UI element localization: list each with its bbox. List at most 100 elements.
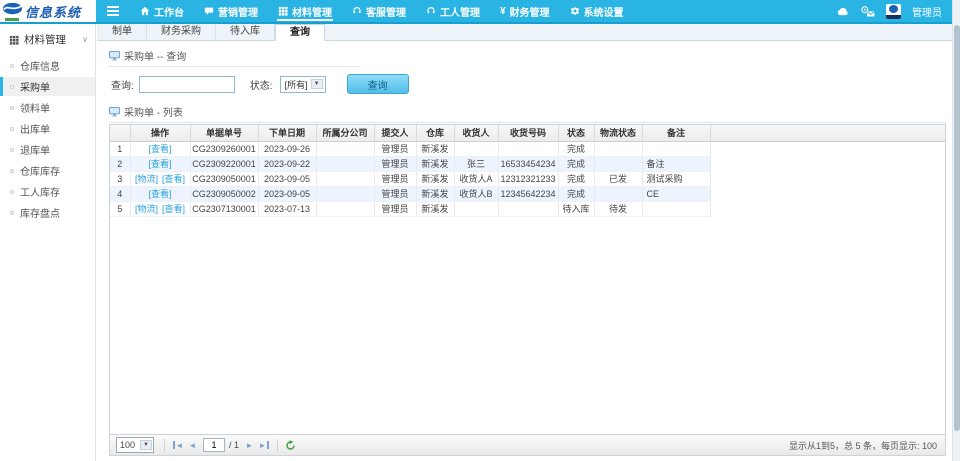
menu-item-3[interactable]: 材料管理 — [268, 0, 342, 22]
menu-item-4[interactable]: 客服管理 — [342, 0, 416, 22]
cell-operations: [查看] — [130, 156, 191, 172]
cell-rownum: 4 — [110, 186, 131, 202]
brand-subtext-badge — [5, 18, 19, 21]
chevron-down-icon: ∨ — [82, 35, 88, 44]
headset-icon — [352, 6, 362, 16]
table-row[interactable]: 3 [物流] [查看] CG2309050001 2023-09-05 管理员 新溪发 收货人… — [110, 171, 945, 187]
cell-receiver: 收货人B — [454, 186, 499, 202]
top-menu: 工作台 营销管理 材料管理 客服管理 工人管理 ¥ 财务管理 系统设置 — [130, 0, 634, 22]
cell-operations: [查看] — [130, 141, 191, 157]
bullet-icon — [10, 105, 14, 110]
sidebar-item-8[interactable]: 库存盘点 — [0, 203, 95, 222]
cloud-icon[interactable] — [836, 7, 849, 16]
cell-remark: CE — [642, 186, 711, 202]
page-total-label: / 1 — [229, 440, 240, 450]
menu-item-2[interactable]: 营销管理 — [194, 0, 268, 22]
cell-receiver: 张三 — [454, 156, 499, 172]
tab-1[interactable]: 制单 — [98, 24, 147, 40]
search-button[interactable]: 查询 — [346, 74, 409, 94]
view-link[interactable]: [查看] — [162, 204, 185, 214]
cell-filler — [710, 141, 945, 156]
table-row[interactable]: 5 [物流] [查看] CG2307130001 2023-07-13 管理员 新溪发 待入库… — [110, 201, 945, 217]
logistics-link[interactable]: [物流] — [135, 204, 158, 214]
search-input[interactable] — [138, 75, 235, 93]
user-avatar[interactable] — [886, 3, 901, 19]
vertical-scrollbar-thumb[interactable] — [954, 25, 960, 431]
menu-toggle-icon[interactable] — [107, 6, 119, 16]
sidebar-item-5[interactable]: 退库单 — [0, 140, 95, 159]
sidebar-item-label: 出库单 — [20, 125, 50, 136]
sidebar-item-2[interactable]: 采购单 — [0, 77, 95, 96]
next-page-button[interactable]: ► — [242, 438, 257, 452]
cell-warehouse: 新溪发 — [416, 156, 455, 172]
bullet-icon — [10, 63, 14, 68]
view-link[interactable]: [查看] — [148, 144, 171, 154]
bullet-icon — [10, 210, 14, 215]
headset-icon — [426, 6, 436, 16]
purchase-orders-table: 操作 单据单号 下单日期 所属分公司 提交人 仓库 收货人 收货号码 状态 物流状态 备注 1 [查看… — [110, 125, 945, 217]
sidebar-item-4[interactable]: 出库单 — [0, 119, 95, 138]
page-size-select[interactable]: 100 ▼ — [116, 437, 154, 453]
cell-warehouse: 新溪发 — [416, 141, 455, 157]
cell-receiver-phone — [498, 201, 559, 217]
first-page-button[interactable]: ◄ — [170, 438, 185, 452]
refresh-icon[interactable] — [285, 439, 296, 451]
cell-operations: [物流] [查看] — [130, 171, 191, 187]
sidebar-item-7[interactable]: 工人库存 — [0, 182, 95, 201]
status-select[interactable]: [所有] ▼ — [279, 75, 326, 93]
column-header: 仓库 — [416, 125, 455, 142]
sidebar-item-label: 领料单 — [20, 104, 50, 115]
sidebar-header[interactable]: 材料管理 ∨ — [0, 24, 95, 56]
sidebar-item-1[interactable]: 仓库信息 — [0, 56, 95, 75]
sidebar-item-6[interactable]: 仓库库存 — [0, 161, 95, 180]
cell-branch — [316, 201, 375, 217]
view-link[interactable]: [查看] — [148, 159, 171, 169]
menu-item-5[interactable]: 工人管理 — [416, 0, 490, 22]
tab-2[interactable]: 财务采购 — [147, 24, 216, 40]
cell-logistics-status: 已发 — [594, 171, 643, 187]
cell-operations: [查看] — [130, 186, 191, 202]
cell-status: 完成 — [558, 141, 595, 157]
vertical-scrollbar-track[interactable] — [952, 0, 960, 461]
pagination-bar: 100 ▼ ◄ ◄ / 1 ► ► 显示从1到5，总 5 条，每页显示: 100 — [110, 434, 945, 455]
cell-filler — [710, 186, 945, 201]
cell-rownum: 1 — [110, 141, 131, 157]
tab-4[interactable]: 查询 — [275, 24, 325, 41]
sidebar-item-label: 仓库库存 — [20, 167, 60, 178]
logistics-link[interactable]: [物流] — [135, 174, 158, 184]
sidebar-item-label: 采购单 — [20, 83, 50, 94]
cell-receiver — [454, 141, 499, 157]
messages-icon[interactable] — [860, 5, 875, 17]
list-section-label: 采购单 - 列表 — [124, 108, 183, 119]
menu-item-6[interactable]: ¥ 财务管理 — [490, 0, 560, 22]
table-row[interactable]: 1 [查看] CG2309260001 2023-09-26 管理员 新溪发 完成 — [110, 141, 945, 157]
page-number-input[interactable] — [203, 438, 225, 452]
last-page-button[interactable]: ► — [257, 438, 272, 452]
menu-item-label: 营销管理 — [218, 7, 258, 19]
pager-summary: 显示从1到5，总 5 条，每页显示: 100 — [788, 440, 937, 451]
tab-3[interactable]: 待入库 — [216, 24, 275, 40]
data-grid: 操作 单据单号 下单日期 所属分公司 提交人 仓库 收货人 收货号码 状态 物流状态 备注 1 [查看… — [109, 124, 946, 456]
user-name[interactable]: 管理员 — [912, 4, 942, 19]
panel: 采购单 -- 查询 查询: 状态: [所有] ▼ 查询 采购单 - 列表 操作单… — [97, 41, 952, 461]
sidebar: 材料管理 ∨ 仓库信息采购单领料单出库单退库单仓库库存工人库存库存盘点 — [0, 24, 96, 461]
sidebar-item-3[interactable]: 领料单 — [0, 98, 95, 117]
bullet-icon — [10, 189, 14, 194]
menu-item-1[interactable]: 工作台 — [130, 0, 194, 22]
cell-warehouse: 新溪发 — [416, 171, 455, 187]
table-row[interactable]: 2 [查看] CG2309220001 2023-09-22 管理员 新溪发 张三 16533… — [110, 156, 945, 172]
cell-submitter: 管理员 — [374, 141, 417, 157]
column-header-filler — [710, 125, 945, 142]
cell-status: 完成 — [558, 171, 595, 187]
cell-status: 完成 — [558, 156, 595, 172]
table-row[interactable]: 4 [查看] CG2309050002 2023-09-05 管理员 新溪发 收货人B 123… — [110, 186, 945, 202]
cell-submitter: 管理员 — [374, 201, 417, 217]
menu-item-7[interactable]: 系统设置 — [560, 0, 634, 22]
view-link[interactable]: [查看] — [148, 189, 171, 199]
prev-page-button[interactable]: ◄ — [185, 438, 200, 452]
cell-submitter: 管理员 — [374, 156, 417, 172]
monitor-icon — [109, 50, 120, 60]
menu-item-label: 工人管理 — [440, 7, 480, 19]
cell-rownum: 5 — [110, 201, 131, 217]
view-link[interactable]: [查看] — [162, 174, 185, 184]
